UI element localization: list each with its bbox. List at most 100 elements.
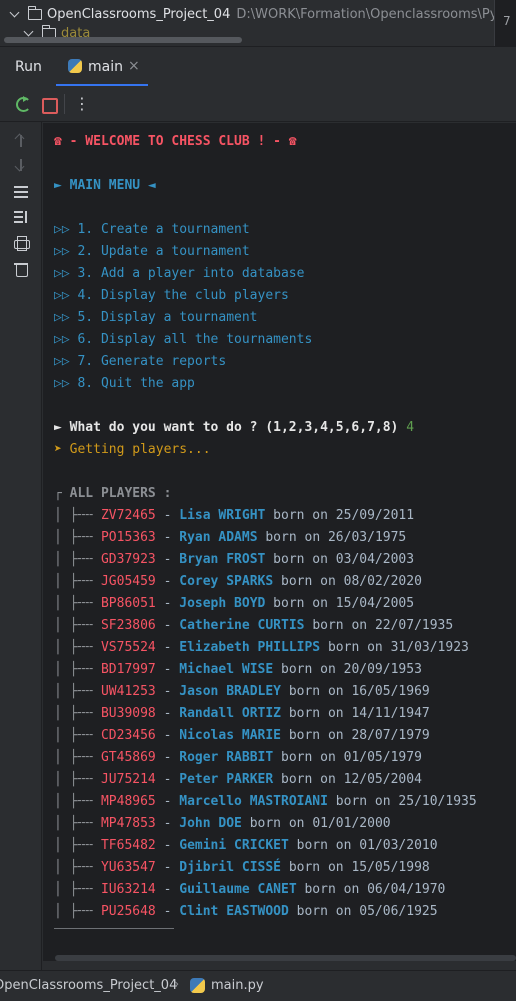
menu-item-label: 1. Create a tournament: [77, 222, 250, 237]
player-birth-date: 03/04/2003: [335, 552, 415, 567]
toolbar-divider: [64, 94, 65, 114]
player-row: │ ├╌╌ ZV72465 - Lisa WRIGHT born on 25/0…: [54, 505, 414, 527]
born-on-label: born on: [296, 904, 352, 919]
chevron-down-icon[interactable]: [8, 7, 22, 21]
console-output[interactable]: ☎ - WELCOME TO CHESS CLUB ! - ☎ ► MAIN M…: [43, 123, 516, 961]
run-title: Run: [15, 59, 42, 75]
player-id: VS75524: [100, 640, 156, 655]
arrow-up-icon[interactable]: [13, 133, 29, 149]
separator-dash: -: [155, 882, 180, 897]
player-row: │ ├╌╌ PU25648 - Clint EASTWOOD born on 0…: [54, 901, 438, 923]
player-name: Michael WISE: [179, 662, 274, 677]
player-row: │ ├╌╌ MP48965 - Marcello MASTROIANI born…: [54, 791, 477, 813]
menu-item-label: 6. Display all the tournaments: [77, 332, 313, 347]
breadcrumb-project[interactable]: OpenClassrooms_Project_04: [0, 978, 177, 993]
player-id: SF23806: [100, 618, 156, 633]
tree-branch-glyph: │ ├╌╌: [54, 552, 101, 567]
tree-branch-glyph: │ ├╌╌: [54, 508, 101, 523]
separator-dash: -: [155, 618, 180, 633]
tree-branch-glyph: │ ├╌╌: [54, 794, 101, 809]
player-row: │ ├╌╌ YU63547 - Djibril CISSÉ born on 15…: [54, 857, 430, 879]
separator-dash: -: [155, 838, 180, 853]
python-icon: [190, 978, 205, 993]
player-id: PO15363: [100, 530, 156, 545]
stop-icon[interactable]: [40, 96, 58, 114]
rerun-icon[interactable]: [15, 96, 31, 112]
welcome-line: ☎ - WELCOME TO CHESS CLUB ! - ☎: [54, 134, 297, 149]
menu-bullet-icon: ▷▷: [54, 354, 70, 369]
born-on-label: born on: [288, 728, 344, 743]
tree-branch-glyph: │ ├╌╌: [54, 574, 101, 589]
player-birth-date: 01/03/2010: [359, 838, 438, 853]
tree-branch-glyph: │ ├╌╌: [54, 596, 101, 611]
player-row: │ ├╌╌ SF23806 - Catherine CURTIS born on…: [54, 615, 453, 637]
player-id: GD37923: [100, 552, 156, 567]
menu-bullet-icon: ▷▷: [54, 222, 70, 237]
tree-horizontal-scrollbar[interactable]: [4, 37, 242, 43]
menu-item: ▷▷ 2. Update a tournament: [54, 241, 250, 263]
tree-branch-glyph: │ ├╌╌: [54, 816, 101, 831]
tab-main-label: main: [88, 59, 123, 75]
born-on-label: born on: [273, 596, 328, 611]
player-name: Elizabeth PHILLIPS: [179, 640, 321, 655]
separator-dash: -: [155, 574, 180, 589]
tab-main[interactable]: main ×: [56, 47, 148, 87]
tree-branch-glyph: │ ├╌╌: [54, 530, 101, 545]
player-birth-date: 31/03/1923: [390, 640, 469, 655]
menu-item-label: 8. Quit the app: [77, 376, 195, 391]
player-id: BU39098: [100, 706, 156, 721]
trash-icon[interactable]: [13, 261, 29, 277]
player-id: GT45869: [100, 750, 156, 765]
player-birth-date: 22/07/1935: [374, 618, 454, 633]
menu-item-label: 2. Update a tournament: [77, 244, 250, 259]
close-icon[interactable]: ×: [128, 58, 140, 74]
prompt-answer: 4: [406, 420, 415, 435]
console-horizontal-scrollbar[interactable]: [55, 955, 516, 961]
player-name: Clint EASTWOOD: [179, 904, 289, 919]
player-birth-date: 01/01/2000: [312, 816, 391, 831]
tree-branch-glyph: │ ├╌╌: [54, 772, 101, 787]
player-name: Lisa WRIGHT: [179, 508, 266, 523]
menu-item: ▷▷ 4. Display the club players: [54, 285, 289, 307]
player-row: │ ├╌╌ BD17997 - Michael WISE born on 20/…: [54, 659, 422, 681]
tree-branch-glyph: │ ├╌╌: [54, 662, 101, 677]
player-birth-date: 28/07/1979: [351, 728, 430, 743]
breadcrumb-file[interactable]: main.py: [211, 978, 264, 993]
print-icon[interactable]: [13, 235, 30, 251]
player-birth-date: 20/09/1953: [343, 662, 422, 677]
player-id: TF65482: [100, 838, 156, 853]
menu-item-label: 7. Generate reports: [77, 354, 227, 369]
player-birth-date: 05/06/1925: [359, 904, 438, 919]
player-name: Randall ORTIZ: [179, 706, 281, 721]
player-id: PU25648: [100, 904, 156, 919]
player-row: │ ├╌╌ BU39098 - Randall ORTIZ born on 14…: [54, 703, 430, 725]
separator-dash: -: [155, 530, 180, 545]
player-birth-date: 16/05/1969: [351, 684, 430, 699]
player-id: MP47853: [100, 816, 156, 831]
status-bar: OpenClassrooms_Project_04 › main.py: [0, 970, 516, 1001]
soft-wrap-icon[interactable]: [13, 184, 29, 200]
player-row: │ ├╌╌ CD23456 - Nicolas MARIE born on 28…: [54, 725, 430, 747]
menu-bullet-icon: ▷▷: [54, 288, 70, 303]
tree-branch-glyph: │ ├╌╌: [54, 904, 101, 919]
menu-item: ▷▷ 7. Generate reports: [54, 351, 226, 373]
run-toolbar: ⋮: [0, 86, 516, 122]
born-on-label: born on: [273, 508, 328, 523]
player-birth-date: 14/11/1947: [351, 706, 430, 721]
arrow-down-icon[interactable]: [13, 157, 29, 173]
player-name: Nicolas MARIE: [179, 728, 281, 743]
player-id: JU75214: [100, 772, 156, 787]
breadcrumb-separator: ›: [174, 977, 180, 992]
separator-dash: -: [155, 772, 180, 787]
born-on-label: born on: [249, 816, 305, 831]
main-menu-title: ► MAIN MENU ◄: [54, 178, 156, 193]
separator-dash: -: [155, 552, 180, 567]
born-on-label: born on: [288, 860, 344, 875]
more-options-icon[interactable]: ⋮: [74, 96, 90, 112]
player-row: │ ├╌╌ BP86051 - Joseph BOYD born on 15/0…: [54, 593, 414, 615]
tree-branch-glyph: │ ├╌╌: [54, 860, 101, 875]
born-on-label: born on: [288, 706, 344, 721]
scroll-to-end-icon[interactable]: [13, 209, 29, 225]
players-header: ┌ ALL PLAYERS :: [54, 486, 172, 501]
player-name: Marcello MASTROIANI: [179, 794, 328, 809]
